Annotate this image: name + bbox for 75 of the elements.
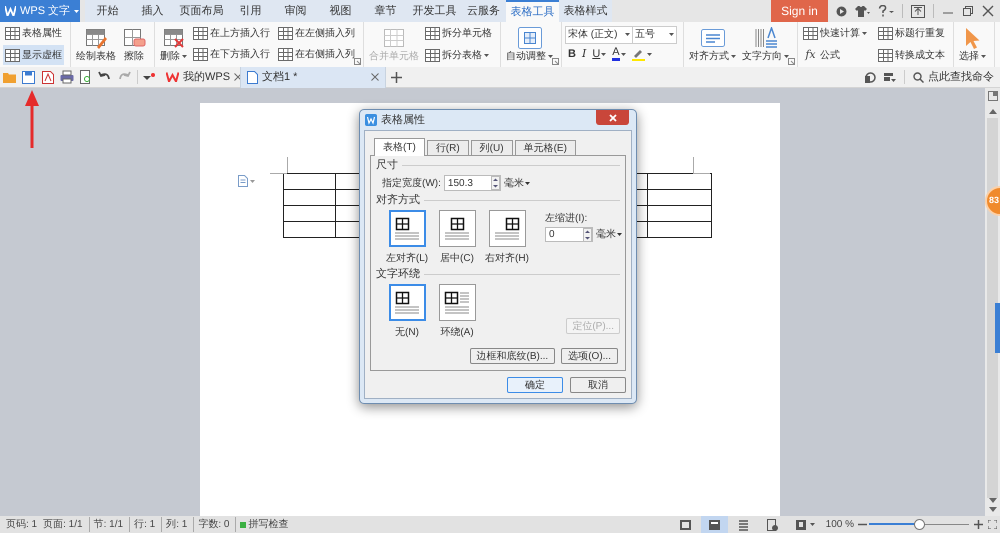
indent-input[interactable]: 0 (545, 227, 593, 242)
ribbon-button[interactable]: 文字方向 (740, 23, 791, 66)
section-heading: 文字环绕 (376, 268, 420, 281)
dialog-button[interactable]: 边框和底纹(B)... (470, 348, 556, 364)
menu-tab[interactable]: 开发工具 (408, 0, 461, 22)
ribbon-button[interactable]: 显示虚框 (3, 45, 64, 66)
formula-glyph: fx (804, 47, 817, 63)
ribbon-button[interactable]: 自动调整 (504, 23, 555, 66)
menu-tab[interactable]: 开始 (85, 0, 130, 22)
status-item: 页码: 1 (6, 518, 38, 532)
menu-tab[interactable]: 云服务 (461, 0, 506, 22)
width-input[interactable]: 150.3 (444, 175, 501, 191)
ribbon-button[interactable]: fx 公式 (801, 45, 872, 66)
format-button[interactable]: I (578, 45, 590, 64)
format-button[interactable]: A (609, 45, 629, 64)
ribbon-button[interactable]: 快速计算 (801, 24, 872, 44)
ribbon-button[interactable]: 在上方插入行 (191, 23, 272, 43)
ribbon-button[interactable]: 在右侧插入列 (276, 44, 357, 64)
unit-dropdown[interactable]: 毫米 (596, 228, 622, 241)
field-label: 指定宽度(W): (382, 176, 441, 190)
app-menu-button[interactable]: WPS 文字 (0, 0, 80, 22)
ribbon-button[interactable]: 对齐方式 (687, 23, 738, 66)
option-label: 无(N) (395, 326, 419, 339)
format-button[interactable]: U (589, 45, 610, 64)
menu-tab[interactable]: 视图 (318, 0, 363, 22)
ribbon-button[interactable]: 转换成文本 (876, 45, 947, 66)
menu-tab[interactable]: 引用 (228, 0, 273, 22)
font-name-select[interactable]: 宋体 (正文) (565, 26, 633, 44)
section-heading: 对齐方式 (376, 194, 420, 207)
ribbon-button[interactable]: 在左侧插入列 (276, 23, 357, 43)
field-label: 左缩进(I): (545, 212, 588, 225)
ribbon-button[interactable]: 标题行重复 (876, 24, 947, 44)
option-label: 左对齐(L) (386, 252, 428, 265)
font-size-select[interactable]: 五号 (633, 26, 677, 44)
status-item[interactable]: 拼写检查 (235, 517, 288, 532)
zoom-level: 100 % (826, 518, 854, 532)
menu-tab[interactable]: 页面布局 (175, 0, 228, 22)
tab-label: 文档1 * (262, 70, 298, 85)
dialog-tab[interactable]: 表格(T) (374, 138, 425, 156)
ribbon-button[interactable]: 表格属性 (3, 24, 64, 44)
menu-tab[interactable]: 表格样式 (559, 0, 612, 22)
dialog-button[interactable]: 选项(O)... (561, 348, 618, 364)
app-name: WPS 文字 (20, 4, 70, 19)
format-button[interactable]: B (565, 45, 579, 64)
ribbon-button[interactable]: 绘制表格 (74, 23, 118, 66)
status-item: 页面: 1/1 (43, 518, 83, 532)
ribbon-button[interactable]: 拆分单元格 (423, 24, 494, 44)
option-label: 居中(C) (440, 252, 474, 265)
option-label: 右对齐(H) (485, 252, 529, 265)
menu-tab[interactable]: 审阅 (273, 0, 318, 22)
unit-dropdown[interactable]: 毫米 (504, 176, 530, 190)
dialog-tab[interactable]: 列(U) (470, 140, 513, 155)
dialog-button[interactable]: 确定 (507, 377, 563, 393)
ribbon-button[interactable]: 选择 (957, 23, 988, 66)
section-heading: 尺寸 (376, 159, 398, 172)
status-item: 行: 1 (129, 517, 156, 532)
menu-tab[interactable]: 插入 (130, 0, 175, 22)
dialog-button[interactable]: 取消 (570, 377, 626, 393)
dialog-tab[interactable]: 单元格(E) (514, 140, 576, 155)
command-search[interactable]: 点此查找命令 (913, 68, 994, 86)
ribbon-button[interactable]: 在下方插入行 (191, 44, 272, 64)
document-tab[interactable]: 文档1 * (240, 66, 386, 88)
dialog-tab[interactable]: 行(R) (426, 140, 469, 155)
document-tab[interactable]: 我的WPS (160, 66, 240, 88)
tab-label: 我的WPS (183, 70, 230, 85)
menu-tab[interactable]: 章节 (363, 0, 408, 22)
option-label: 环绕(A) (440, 326, 474, 339)
ribbon-button[interactable]: 删除 (158, 23, 189, 66)
status-item: 列: 1 (161, 517, 188, 532)
status-item: 节: 1/1 (88, 517, 124, 532)
ribbon-button[interactable]: 擦除 (120, 23, 148, 66)
dialog-title: 表格属性 (381, 112, 426, 128)
ribbon-button[interactable]: 拆分表格 (423, 45, 494, 66)
menu-tab[interactable]: 表格工具 (506, 0, 559, 22)
status-item: 字数: 0 (193, 517, 230, 532)
